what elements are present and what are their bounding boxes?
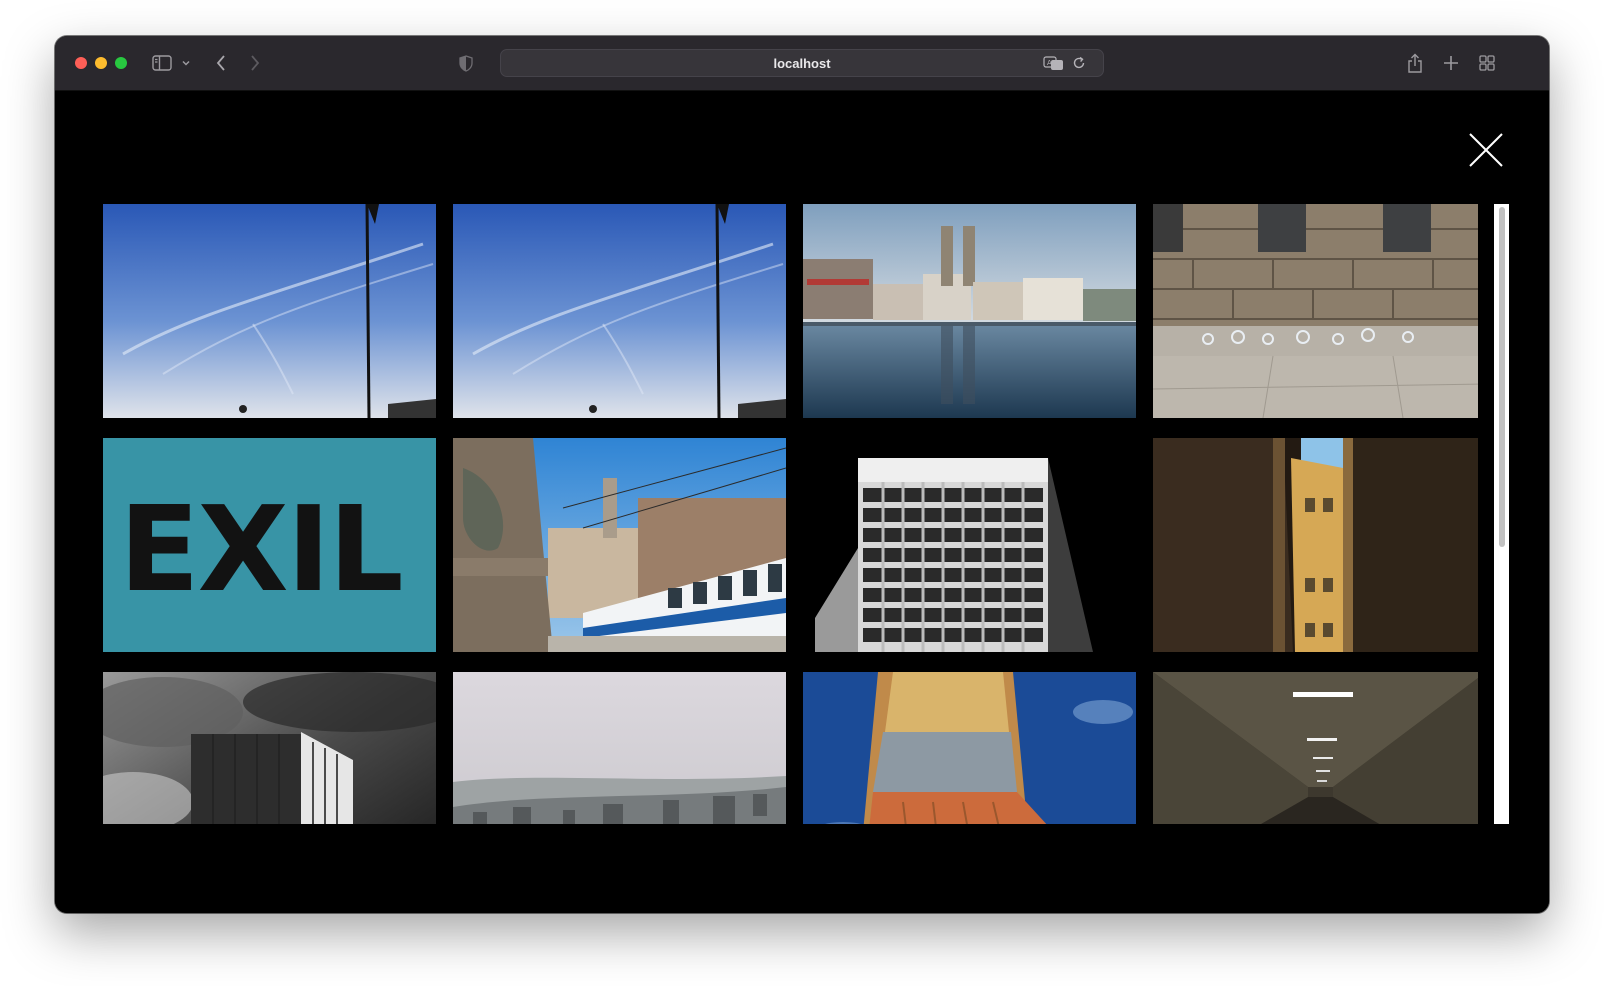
grid-icon[interactable] — [1477, 50, 1497, 76]
share-icon[interactable] — [1405, 50, 1425, 76]
chevron-down-icon[interactable] — [179, 50, 193, 76]
url-text: localhost — [773, 56, 831, 71]
sidebar-icon[interactable] — [150, 50, 174, 76]
address-bar[interactable]: localhost A — [500, 49, 1104, 77]
photo-stone-wall-graffiti[interactable] — [1153, 204, 1478, 418]
chevron-left-icon[interactable] — [211, 50, 231, 76]
photo-sky-flagpole-2[interactable] — [453, 204, 786, 418]
photo-river-city[interactable] — [803, 204, 1136, 418]
photo-exil-sign[interactable]: EXIL — [103, 438, 436, 652]
scrollbar-thumb[interactable] — [1499, 207, 1505, 547]
plus-icon[interactable] — [1441, 50, 1461, 76]
close-icon[interactable] — [1467, 131, 1505, 169]
gallery-scrollbar[interactable] — [1494, 204, 1509, 824]
photo-tram-statue[interactable] — [453, 438, 786, 652]
photo-bw-office-building[interactable] — [803, 438, 1136, 652]
photo-hazy-city-view[interactable] — [453, 672, 786, 824]
browser-window: localhost A EXIL — [55, 36, 1549, 913]
photo-dark-tunnel[interactable] — [1153, 672, 1478, 824]
exil-sign-lettering: EXIL — [119, 480, 402, 618]
svg-text:A: A — [1047, 59, 1052, 67]
photo-grid[interactable]: EXIL — [103, 204, 1478, 824]
reload-icon[interactable] — [1072, 56, 1086, 75]
browser-toolbar: localhost A — [55, 36, 1549, 91]
minimize-window-button[interactable] — [95, 57, 107, 69]
photo-narrow-alley[interactable] — [1153, 438, 1478, 652]
chevron-right-icon[interactable] — [245, 50, 265, 76]
photo-container-tower[interactable] — [803, 672, 1136, 824]
lightbox-overlay: EXIL — [55, 91, 1549, 913]
translate-icon[interactable]: A — [1043, 55, 1065, 76]
shield-icon[interactable] — [457, 50, 475, 76]
photo-sky-flagpole-1[interactable] — [103, 204, 436, 418]
photo-bw-tower-clouds[interactable] — [103, 672, 436, 824]
zoom-window-button[interactable] — [115, 57, 127, 69]
close-window-button[interactable] — [75, 57, 87, 69]
